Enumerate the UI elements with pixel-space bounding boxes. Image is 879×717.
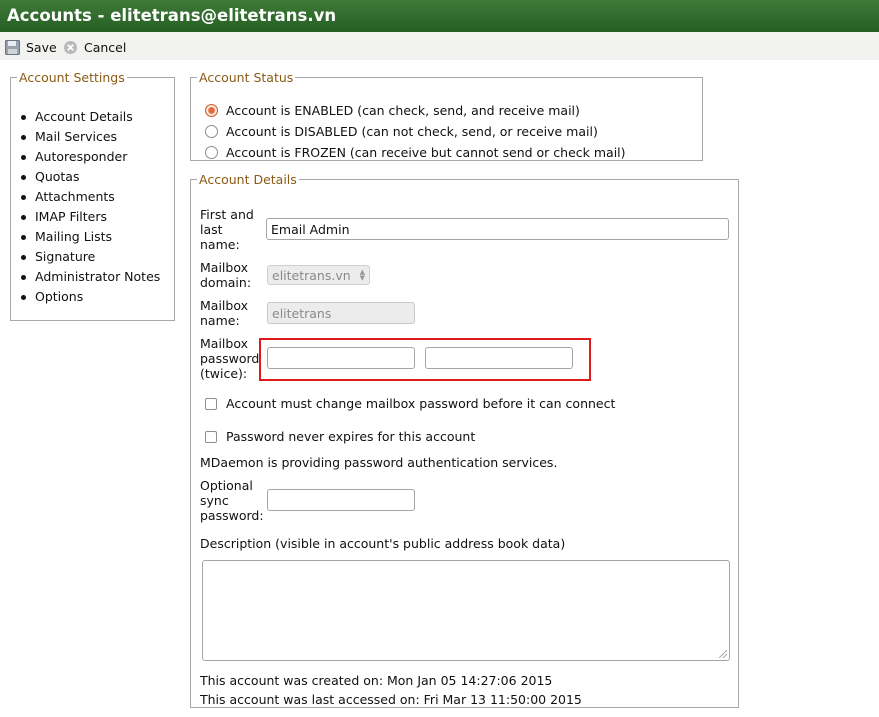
password-input-2[interactable] <box>425 347 573 369</box>
bullet-icon <box>21 174 26 180</box>
label-line: last <box>200 222 223 237</box>
sidebar-item-label[interactable]: Administrator Notes <box>35 267 160 287</box>
status-frozen-label: Account is FROZEN (can receive but canno… <box>226 145 626 160</box>
sidebar-item-label[interactable]: Mailing Lists <box>35 227 112 247</box>
must-change-password-checkbox[interactable] <box>205 397 217 410</box>
window-title-bar: Accounts - elitetrans@elitetrans.vn <box>0 0 879 32</box>
cancel-icon <box>63 40 78 55</box>
sidebar-item-options[interactable]: Options <box>21 287 160 307</box>
radio-frozen[interactable] <box>205 146 218 159</box>
label-line: First and <box>200 207 254 222</box>
account-settings-nav: Account Details Mail Services Autorespon… <box>21 107 160 307</box>
sidebar-item-label[interactable]: IMAP Filters <box>35 207 107 227</box>
status-frozen-option[interactable]: Account is FROZEN (can receive but canno… <box>205 145 626 160</box>
label-line: Mailbox <box>200 298 248 313</box>
sidebar-item-signature[interactable]: Signature <box>21 247 160 267</box>
save-label: Save <box>26 40 57 55</box>
description-textarea[interactable] <box>202 560 730 661</box>
bullet-icon <box>21 274 26 280</box>
sidebar-item-autoresponder[interactable]: Autoresponder <box>21 147 160 167</box>
spinner-arrows-icon: ▲ ▼ <box>359 268 365 282</box>
sidebar-item-label[interactable]: Options <box>35 287 83 307</box>
full-name-input[interactable] <box>266 218 729 240</box>
mailbox-name-input <box>267 302 415 324</box>
password-never-expires-label: Password never expires for this account <box>226 429 476 444</box>
mailbox-name-label: Mailbox name: <box>200 298 248 328</box>
account-status-legend: Account Status <box>199 70 294 85</box>
last-accessed-info: This account was last accessed on: Fri M… <box>200 692 582 707</box>
bullet-icon <box>21 294 26 300</box>
sidebar-item-attachments[interactable]: Attachments <box>21 187 160 207</box>
auth-note: MDaemon is providing password authentica… <box>200 455 558 470</box>
must-change-password-label: Account must change mailbox password bef… <box>226 396 616 411</box>
label-line: Mailbox <box>200 336 248 351</box>
sidebar-item-label[interactable]: Mail Services <box>35 127 117 147</box>
label-line: Mailbox <box>200 260 248 275</box>
toolbar: Save Cancel <box>0 32 879 60</box>
sidebar-item-account-details[interactable]: Account Details <box>21 107 160 127</box>
floppy-disk-icon <box>5 40 20 55</box>
radio-enabled[interactable] <box>205 104 218 117</box>
mailbox-domain-select[interactable]: elitetrans.vn ▲ ▼ <box>267 265 370 285</box>
label-line: domain: <box>200 275 252 290</box>
save-button[interactable]: Save <box>5 40 57 55</box>
resize-grip-icon[interactable] <box>719 650 727 658</box>
label-line: name: <box>200 313 240 328</box>
account-settings-panel: Account Settings Account Details Mail Se… <box>10 70 175 321</box>
status-enabled-label: Account is ENABLED (can check, send, and… <box>226 103 580 118</box>
bullet-icon <box>21 134 26 140</box>
password-input-1[interactable] <box>267 347 415 369</box>
status-enabled-option[interactable]: Account is ENABLED (can check, send, and… <box>205 103 580 118</box>
sidebar-item-label[interactable]: Autoresponder <box>35 147 127 167</box>
bullet-icon <box>21 114 26 120</box>
sidebar-item-mailing-lists[interactable]: Mailing Lists <box>21 227 160 247</box>
label-line: sync <box>200 493 229 508</box>
account-settings-legend: Account Settings <box>19 70 125 85</box>
sidebar-item-mail-services[interactable]: Mail Services <box>21 127 160 147</box>
bullet-icon <box>21 234 26 240</box>
account-details-panel: Account Details First and last name: Mai… <box>190 172 739 708</box>
mailbox-password-label: Mailbox password (twice): <box>200 336 259 381</box>
sidebar-item-label[interactable]: Attachments <box>35 187 115 207</box>
sync-password-label: Optional sync password: <box>200 478 264 523</box>
bullet-icon <box>21 254 26 260</box>
sidebar-item-label[interactable]: Account Details <box>35 107 133 127</box>
status-disabled-label: Account is DISABLED (can not check, send… <box>226 124 598 139</box>
sidebar-item-administrator-notes[interactable]: Administrator Notes <box>21 267 160 287</box>
label-line: password <box>200 351 260 366</box>
sidebar-item-label[interactable]: Signature <box>35 247 95 267</box>
bullet-icon <box>21 194 26 200</box>
bullet-icon <box>21 154 26 160</box>
description-label: Description (visible in account's public… <box>200 536 566 551</box>
cancel-label: Cancel <box>84 40 127 55</box>
sidebar-item-label[interactable]: Quotas <box>35 167 79 187</box>
full-name-label: First and last name: <box>200 207 254 252</box>
window-title: Accounts - elitetrans@elitetrans.vn <box>7 6 337 25</box>
mailbox-domain-value: elitetrans.vn <box>272 267 351 283</box>
account-status-panel: Account Status Account is ENABLED (can c… <box>190 70 703 161</box>
label-line: password: <box>200 508 264 523</box>
account-details-legend: Account Details <box>199 172 297 187</box>
sidebar-item-imap-filters[interactable]: IMAP Filters <box>21 207 160 227</box>
mailbox-domain-label: Mailbox domain: <box>200 260 251 290</box>
cancel-button[interactable]: Cancel <box>63 40 126 55</box>
label-line: name: <box>200 237 240 252</box>
password-never-expires-option[interactable]: Password never expires for this account <box>205 429 475 444</box>
status-disabled-option[interactable]: Account is DISABLED (can not check, send… <box>205 124 598 139</box>
label-line: Optional <box>200 478 253 493</box>
label-line: (twice): <box>200 366 248 381</box>
created-info: This account was created on: Mon Jan 05 … <box>200 673 553 688</box>
password-never-expires-checkbox[interactable] <box>205 430 217 443</box>
must-change-password-option[interactable]: Account must change mailbox password bef… <box>205 396 615 411</box>
sync-password-input[interactable] <box>267 489 415 511</box>
radio-disabled[interactable] <box>205 125 218 138</box>
sidebar-item-quotas[interactable]: Quotas <box>21 167 160 187</box>
bullet-icon <box>21 214 26 220</box>
